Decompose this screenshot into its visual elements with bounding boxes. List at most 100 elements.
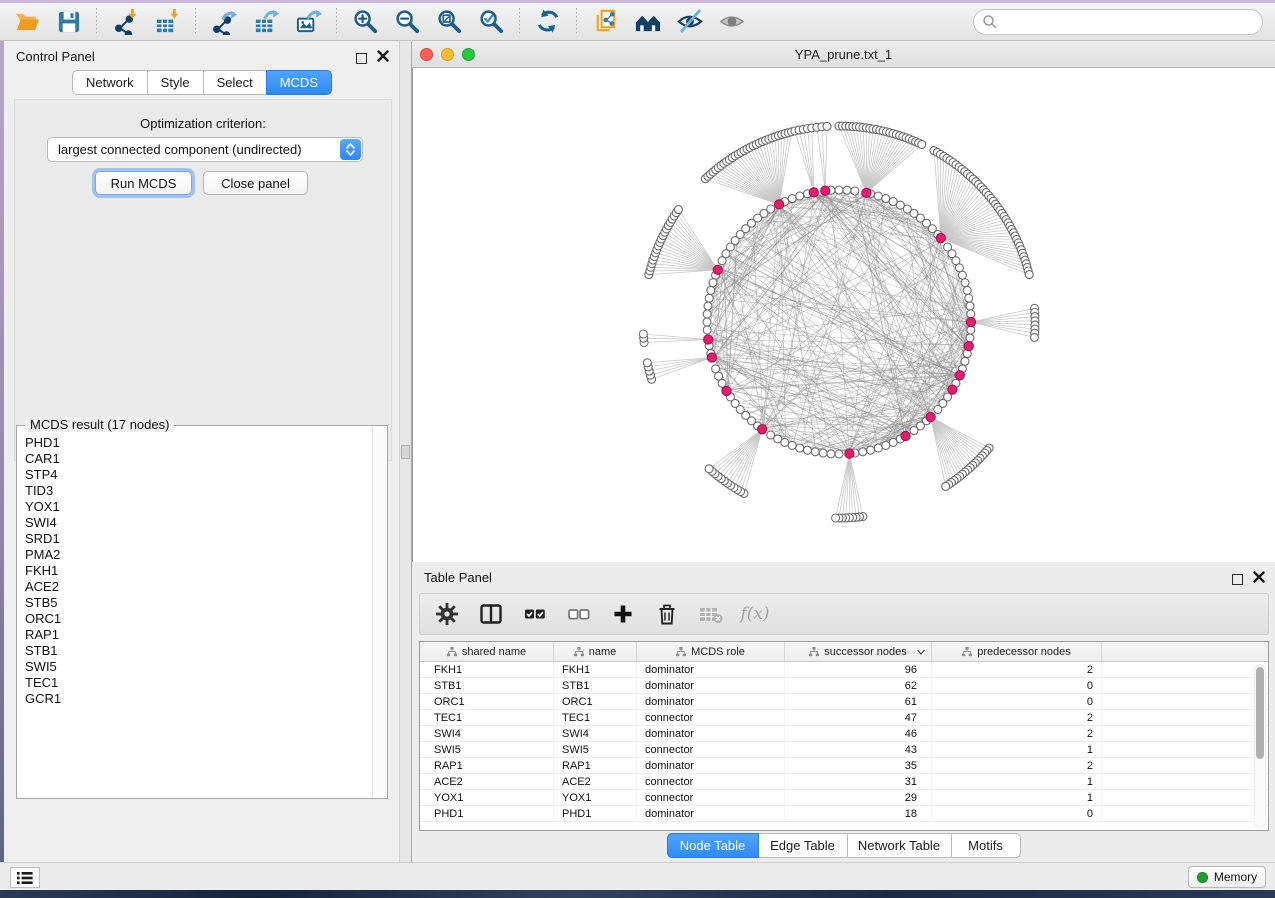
table-scrollbar[interactable] [1254,664,1266,828]
graph-mcds-node[interactable] [901,431,910,440]
graph-leaf-node[interactable] [705,465,713,473]
export-table-button[interactable] [248,6,284,38]
memory-button[interactable]: Memory [1188,866,1266,888]
graph-leaf-node[interactable] [643,359,651,367]
save-button[interactable] [50,6,86,38]
table-row[interactable]: TEC1TEC1connector472 [420,710,1268,726]
columns-button[interactable] [476,599,506,629]
graph-node[interactable] [963,286,971,294]
graph-node[interactable] [715,372,723,380]
table-row[interactable]: FKH1FKH1dominator962 [420,662,1268,678]
graph-node[interactable] [958,271,966,279]
graph-node[interactable] [882,195,890,203]
splitter-grip[interactable] [401,445,410,459]
graph-mcds-node[interactable] [809,188,818,197]
node-table[interactable]: shared namenameMCDS rolesuccessor nodesp… [419,641,1269,831]
graph-node[interactable] [767,205,775,213]
mcds-result-item[interactable]: STB1 [25,643,372,659]
graph-leaf-node[interactable] [1025,271,1033,279]
graph-node[interactable] [788,195,796,203]
zoom-fit-button[interactable] [431,6,467,38]
graph-node[interactable] [967,326,975,334]
graph-node[interactable] [767,431,775,439]
graph-mcds-node[interactable] [722,386,731,395]
tab-motifs[interactable]: Motifs [951,833,1021,858]
mcds-result-item[interactable]: PHD1 [25,435,372,451]
graph-mcds-node[interactable] [713,265,722,274]
graph-leaf-node[interactable] [674,206,682,214]
graph-node[interactable] [966,334,974,342]
run-mcds-button[interactable]: Run MCDS [95,171,192,195]
search-input[interactable] [973,9,1263,35]
panel-splitter[interactable] [400,41,412,862]
graph-node[interactable] [889,438,897,446]
mcds-result-item[interactable]: TEC1 [25,675,372,691]
mcds-result-item[interactable]: CAR1 [25,451,372,467]
table-row[interactable]: PHD1PHD1dominator180 [420,806,1268,822]
tab-select[interactable]: Select [203,70,267,95]
graph-mcds-node[interactable] [964,342,973,351]
table-row[interactable]: SWI5SWI5connector431 [420,742,1268,758]
graph-node[interactable] [827,450,835,458]
graph-mcds-node[interactable] [926,412,935,421]
table-row[interactable]: RAP1RAP1dominator352 [420,758,1268,774]
optimization-criterion-select[interactable]: largest connected component (undirected) [47,137,363,162]
graph-node[interactable] [703,326,711,334]
graph-mcds-node[interactable] [845,449,854,458]
graph-node[interactable] [703,318,711,326]
graph-node[interactable] [819,449,827,457]
tab-style[interactable]: Style [147,70,204,95]
deselect-all-button[interactable] [564,599,594,629]
close-table-panel-icon[interactable] [1253,570,1265,588]
mcds-result-item[interactable]: TID3 [25,483,372,499]
import-table-button[interactable] [149,6,185,38]
graph-leaf-node[interactable] [918,140,926,148]
graph-node[interactable] [910,427,918,435]
graph-node[interactable] [967,310,975,318]
graph-leaf-node[interactable] [832,514,840,522]
table-row[interactable]: STB1STB1dominator620 [420,678,1268,694]
graph-node[interactable] [955,264,963,272]
column-header-name[interactable]: name [554,642,637,661]
refresh-button[interactable] [530,6,566,38]
graph-mcds-node[interactable] [758,425,767,434]
graph-node[interactable] [867,446,875,454]
mcds-result-item[interactable]: SWI4 [25,515,372,531]
mcds-result-item[interactable]: PMA2 [25,547,372,563]
graph-node[interactable] [874,192,882,200]
import-network-button[interactable] [107,6,143,38]
open-folder-button[interactable] [8,6,44,38]
task-history-button[interactable] [10,867,40,888]
graph-node[interactable] [705,294,713,302]
graph-node[interactable] [709,279,717,287]
close-panel-button[interactable]: Close panel [203,171,308,195]
graph-node[interactable] [803,446,811,454]
float-panel-icon[interactable] [356,53,367,64]
houses-button[interactable] [629,6,665,38]
mcds-result-item[interactable]: FKH1 [25,563,372,579]
graph-leaf-node[interactable] [942,482,950,490]
column-header-shared-name[interactable]: shared name [420,642,554,661]
hide-selected-button[interactable] [671,6,707,38]
graph-node[interactable] [961,279,969,287]
graph-node[interactable] [843,186,851,194]
mcds-result-item[interactable]: SWI5 [25,659,372,675]
graph-node[interactable] [882,441,890,449]
graph-mcds-node[interactable] [862,188,871,197]
mcds-result-scrollbar[interactable] [372,426,387,798]
graph-node[interactable] [966,302,974,310]
graph-mcds-node[interactable] [775,200,784,209]
table-row[interactable]: ACE2ACE2connector311 [420,774,1268,790]
graph-leaf-node[interactable] [1030,333,1038,341]
graph-leaf-node[interactable] [639,330,647,338]
mcds-result-list[interactable]: PHD1CAR1STP4TID3YOX1SWI4SRD1PMA2FKH1ACE2… [18,429,372,795]
graph-node[interactable] [703,310,711,318]
graph-mcds-node[interactable] [936,233,945,242]
graph-node[interactable] [874,444,882,452]
float-table-panel-icon[interactable] [1232,574,1243,585]
graph-node[interactable] [707,286,715,294]
graph-mcds-node[interactable] [821,186,830,195]
table-scrollbar-thumb[interactable] [1256,667,1264,759]
column-header-predecessor-nodes[interactable]: predecessor nodes [932,642,1102,661]
graph-node[interactable] [934,406,942,414]
